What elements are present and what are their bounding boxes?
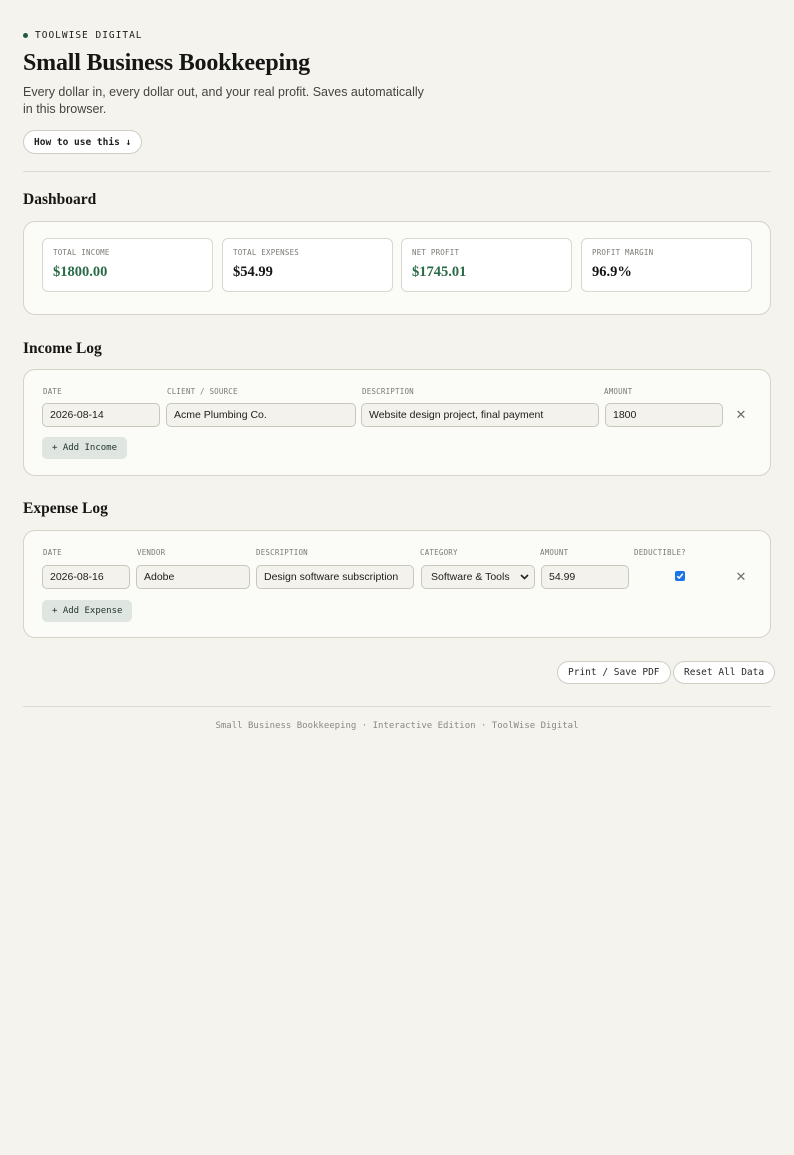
expense-description-input[interactable]: Design software subscription: [256, 565, 414, 589]
expense-date-input[interactable]: 2026-08-16: [42, 565, 130, 589]
brand-name: TOOLWISE DIGITAL: [35, 30, 143, 41]
stat-label: TOTAL EXPENSES: [233, 248, 300, 257]
stat-label: TOTAL INCOME: [53, 248, 110, 257]
brand: TOOLWISE DIGITAL: [23, 30, 143, 41]
income-col-date: DATE: [43, 387, 62, 396]
how-to-use-button[interactable]: How to use this ↓: [23, 130, 143, 154]
dashboard-title: Dashboard: [23, 191, 97, 208]
income-col-amount: AMOUNT: [604, 387, 633, 396]
stat-label: PROFIT MARGIN: [592, 248, 654, 257]
income-col-description: DESCRIPTION: [362, 387, 414, 396]
add-expense-button[interactable]: + Add Expense: [42, 600, 133, 622]
stat-total-income: TOTAL INCOME $1800.00: [42, 238, 213, 292]
print-save-pdf-button[interactable]: Print / Save PDF: [557, 661, 671, 684]
expense-vendor-input[interactable]: Adobe: [136, 565, 250, 589]
footer-divider: [23, 706, 771, 707]
brand-dot-icon: [23, 33, 28, 38]
income-amount-input[interactable]: 1800: [605, 403, 723, 427]
expense-log-title: Expense Log: [23, 500, 108, 517]
expense-amount-input[interactable]: 54.99: [541, 565, 629, 589]
close-icon[interactable]: ✕: [734, 408, 748, 422]
stat-profit-margin: PROFIT MARGIN 96.9%: [581, 238, 752, 292]
stat-value: 96.9%: [592, 264, 632, 280]
expense-category-select[interactable]: Software & Tools: [421, 565, 535, 589]
stat-value: $54.99: [233, 264, 273, 280]
expense-log-card: DATE VENDOR DESCRIPTION CATEGORY AMOUNT …: [23, 530, 771, 638]
income-client-input[interactable]: Acme Plumbing Co.: [166, 403, 356, 427]
income-col-client: CLIENT / SOURCE: [167, 387, 238, 396]
income-log-card: DATE CLIENT / SOURCE DESCRIPTION AMOUNT …: [23, 369, 771, 476]
income-date-input[interactable]: 2026-08-14: [42, 403, 160, 427]
expense-col-deductible: DEDUCTIBLE?: [634, 548, 686, 557]
income-description-input[interactable]: Website design project, final payment: [361, 403, 599, 427]
stat-value: $1745.01: [412, 264, 467, 280]
page-subtitle: Every dollar in, every dollar out, and y…: [23, 85, 424, 116]
divider: [23, 171, 771, 172]
stat-total-expenses: TOTAL EXPENSES $54.99: [222, 238, 393, 292]
check-icon: [676, 573, 684, 580]
deductible-checkbox[interactable]: [675, 571, 685, 581]
add-income-button[interactable]: + Add Income: [42, 437, 128, 459]
dashboard-card: TOTAL INCOME $1800.00 TOTAL EXPENSES $54…: [23, 221, 771, 315]
close-icon[interactable]: ✕: [734, 570, 748, 584]
stat-net-profit: NET PROFIT $1745.01: [401, 238, 572, 292]
expense-col-description: DESCRIPTION: [256, 548, 308, 557]
expense-col-category: CATEGORY: [420, 548, 458, 557]
chevron-down-icon: [520, 573, 529, 582]
income-log-title: Income Log: [23, 340, 102, 357]
expense-col-amount: AMOUNT: [540, 548, 569, 557]
stat-label: NET PROFIT: [412, 248, 460, 257]
stat-value: $1800.00: [53, 264, 108, 280]
footer: Small Business Bookkeeping · Interactive…: [215, 721, 579, 731]
page-title: Small Business Bookkeeping: [23, 50, 310, 76]
expense-col-vendor: VENDOR: [137, 548, 166, 557]
expense-col-date: DATE: [43, 548, 62, 557]
expense-category-value: Software & Tools: [431, 571, 510, 583]
reset-all-data-button[interactable]: Reset All Data: [673, 661, 776, 684]
